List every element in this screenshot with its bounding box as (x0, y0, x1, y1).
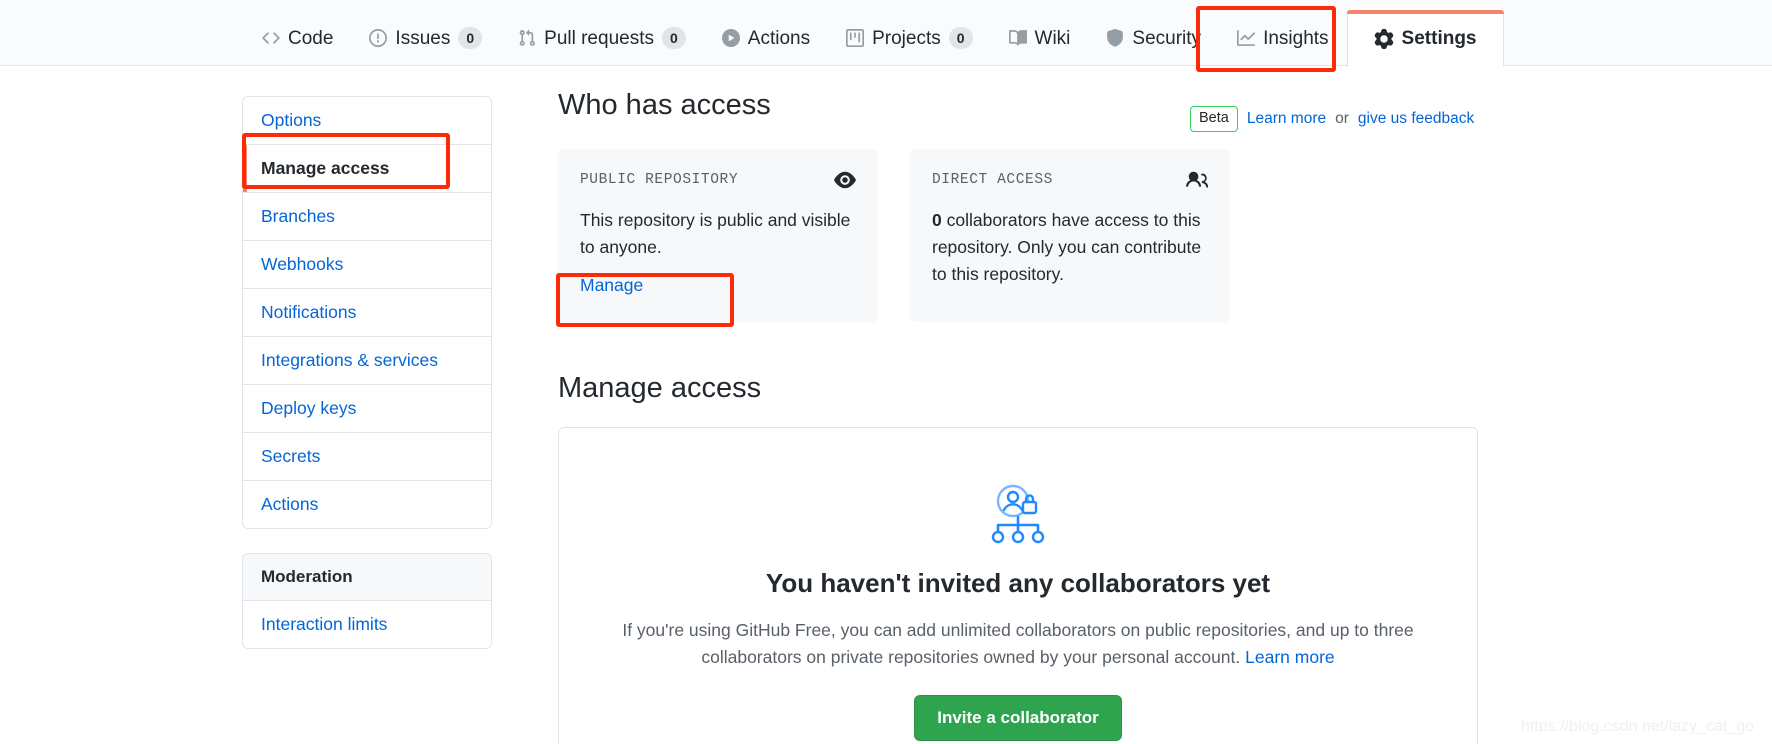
sidebar-item-notifications[interactable]: Notifications (243, 289, 491, 337)
sidebar-item-interaction-limits[interactable]: Interaction limits (243, 601, 491, 648)
access-card-header: DIRECT ACCESS (932, 169, 1208, 191)
invite-collaborator-button[interactable]: Invite a collaborator (914, 695, 1122, 742)
repo-nav-item-security[interactable]: Security (1088, 10, 1219, 66)
access-card-label: PUBLIC REPOSITORY (580, 171, 739, 188)
repo-nav-item-label: Insights (1263, 27, 1329, 49)
sidebar-item-manage-access[interactable]: Manage access (243, 145, 491, 193)
git-pull-request-icon (518, 29, 536, 47)
access-card-direct-access: DIRECT ACCESS 0 collaborators have access… (910, 148, 1230, 323)
repo-nav-item-label: Actions (747, 27, 811, 49)
repo-nav-item-code[interactable]: Code (244, 10, 351, 66)
repo-nav: Code Issues 0 Pull requests 0 Actions Projects… (0, 0, 1772, 67)
beta-feedback-link[interactable]: give us feedback (1358, 110, 1474, 128)
main-content: Who has access PUBLIC REPOSITORY This rep… (558, 88, 1478, 744)
access-card-body-text: collaborators have access to this reposi… (932, 209, 1202, 285)
beta-strip: Beta Learn more or give us feedback (1190, 106, 1474, 132)
access-card-label: DIRECT ACCESS (932, 171, 1053, 188)
repo-nav-item-label: Code (288, 27, 334, 49)
sidebar-item-webhooks[interactable]: Webhooks (243, 241, 491, 289)
beta-conjunction: or (1335, 109, 1349, 127)
blank-slate-learn-more-link[interactable]: Learn more (1245, 647, 1335, 667)
access-cards: PUBLIC REPOSITORY This repository is publ… (558, 148, 1478, 323)
sidebar-item-branches[interactable]: Branches (243, 193, 491, 241)
repo-nav-item-pull-requests[interactable]: Pull requests 0 (500, 10, 704, 66)
repo-nav-item-insights[interactable]: Insights (1219, 10, 1346, 66)
project-icon (846, 29, 865, 47)
repo-nav-items: Code Issues 0 Pull requests 0 Actions Projects… (0, 0, 1772, 67)
page-root: Code Issues 0 Pull requests 0 Actions Projects… (0, 0, 1772, 744)
book-icon (1008, 29, 1027, 47)
gear-icon (1374, 28, 1394, 49)
repo-nav-item-settings[interactable]: Settings (1346, 10, 1504, 67)
access-card-manage-link[interactable]: Manage (580, 275, 643, 296)
sidebar-item-options[interactable]: Options (243, 97, 491, 145)
repo-nav-item-label: Security (1132, 27, 1202, 49)
repo-nav-item-issues[interactable]: Issues 0 (351, 10, 500, 66)
repo-nav-item-counter: 0 (458, 27, 483, 49)
people-icon (1186, 169, 1208, 191)
repo-nav-item-projects[interactable]: Projects 0 (828, 10, 990, 66)
repo-nav-item-label: Wiki (1034, 27, 1071, 49)
eye-icon (834, 169, 856, 191)
access-card-body: 0 collaborators have access to this repo… (932, 207, 1208, 288)
repo-nav-item-counter: 0 (948, 27, 973, 49)
issue-opened-icon (369, 29, 388, 47)
settings-sidebar: Options Manage access Branches Webhooks Noti… (242, 96, 492, 649)
repo-nav-item-label: Settings (1401, 28, 1477, 49)
sidebar-item-secrets[interactable]: Secrets (243, 433, 491, 481)
access-card-count: 0 (932, 209, 942, 230)
repo-nav-item-wiki[interactable]: Wiki (991, 10, 1089, 66)
code-icon (262, 29, 280, 47)
collaborators-lock-illustration-icon (980, 484, 1056, 550)
repo-nav-item-label: Pull requests (544, 27, 654, 49)
access-card-body: This repository is public and visible to… (580, 207, 856, 261)
moderation-items: Interaction limits (243, 601, 491, 648)
graph-icon (1237, 29, 1256, 47)
blank-slate-description: If you're using GitHub Free, you can add… (618, 617, 1418, 671)
sidebar-item-deploy-keys[interactable]: Deploy keys (243, 385, 491, 433)
collaborators-panel: You haven't invited any collaborators ye… (558, 427, 1478, 744)
beta-learn-more-link[interactable]: Learn more (1247, 110, 1326, 128)
settings-menu-moderation: Moderation Interaction limits (242, 553, 492, 649)
blank-slate-heading: You haven't invited any collaborators ye… (765, 568, 1271, 599)
beta-badge: Beta (1190, 106, 1238, 132)
moderation-heading: Moderation (243, 554, 491, 601)
settings-menu-primary: Options Manage access Branches Webhooks Noti… (242, 96, 492, 529)
shield-icon (1106, 29, 1124, 47)
repo-nav-item-label: Projects (872, 27, 941, 49)
repo-nav-item-label: Issues (395, 27, 451, 49)
watermark: https://blog.csdn.net/lazy_cat_go (1520, 718, 1754, 735)
repo-nav-item-actions[interactable]: Actions (704, 10, 828, 66)
sidebar-item-actions[interactable]: Actions (243, 481, 491, 528)
sidebar-item-integrations-services[interactable]: Integrations & services (243, 337, 491, 385)
access-card-body-text: This repository is public and visible to… (580, 209, 851, 257)
access-card-public-repository: PUBLIC REPOSITORY This repository is publ… (558, 148, 878, 323)
repo-nav-item-counter: 0 (661, 27, 686, 49)
access-card-header: PUBLIC REPOSITORY (580, 169, 856, 191)
play-icon (721, 29, 740, 47)
manage-access-title: Manage access (558, 372, 762, 405)
